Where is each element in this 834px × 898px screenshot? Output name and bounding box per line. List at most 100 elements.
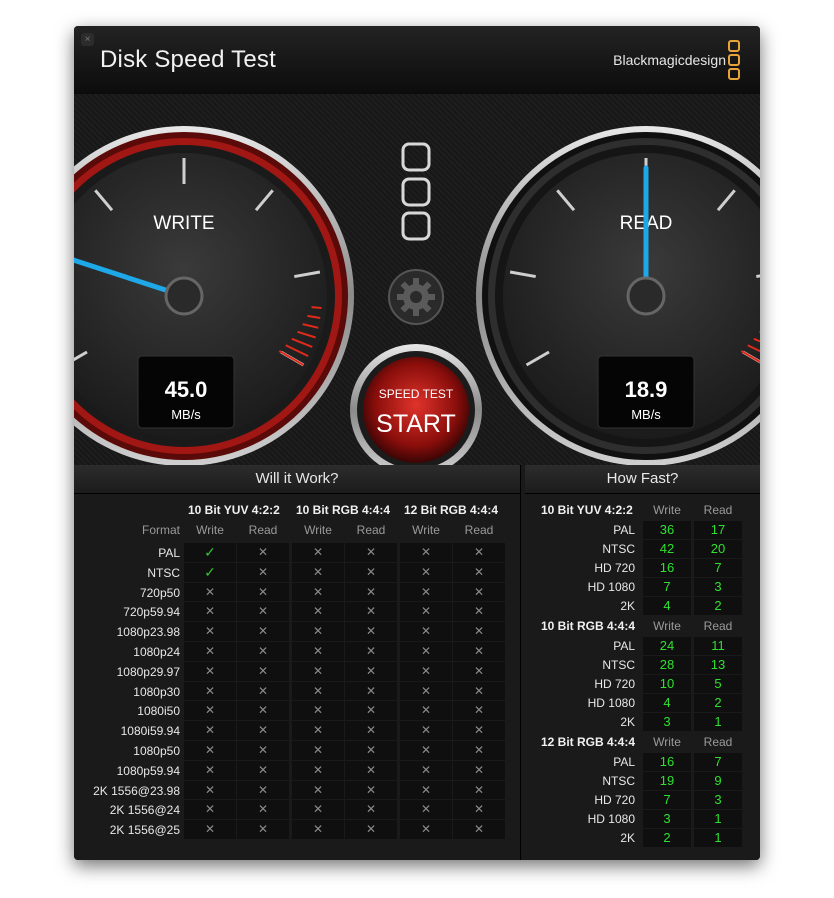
cross-icon: ✕ — [292, 780, 344, 800]
wiw-group-header: 10 Bit YUV 4:2:2 — [188, 503, 280, 517]
hf-row-format: NTSC — [602, 542, 635, 556]
hf-write-value: 19 — [643, 772, 691, 790]
cross-icon: ✕ — [292, 562, 344, 582]
hf-read-value: 7 — [694, 753, 742, 771]
blackmagic-logo-large-icon — [401, 142, 431, 241]
cross-icon: ✕ — [184, 681, 236, 701]
settings-button[interactable] — [388, 269, 444, 325]
hf-write-value: 28 — [643, 656, 691, 674]
hf-write-header: Write — [653, 503, 681, 517]
cross-icon: ✕ — [453, 780, 505, 800]
cross-icon: ✕ — [400, 543, 452, 562]
cross-icon: ✕ — [237, 543, 289, 562]
cross-icon: ✕ — [345, 741, 397, 760]
wiw-subcol-header: Write — [304, 523, 332, 537]
hf-read-value: 13 — [694, 656, 742, 674]
hf-write-value: 3 — [643, 810, 691, 828]
cross-icon: ✕ — [453, 820, 505, 839]
cross-icon: ✕ — [453, 642, 505, 661]
brand-name: Blackmagicdesign — [613, 52, 726, 68]
hf-read-value: 2 — [694, 694, 742, 712]
hf-write-value: 16 — [643, 559, 691, 577]
hf-read-value: 1 — [694, 810, 742, 828]
cross-icon: ✕ — [345, 800, 397, 820]
cross-icon: ✕ — [292, 543, 344, 562]
start-button[interactable]: SPEED TEST START — [350, 344, 482, 465]
read-value: 18.9 — [625, 377, 668, 402]
wiw-row-format: 1080p50 — [133, 744, 180, 758]
hf-read-value: 17 — [694, 521, 742, 539]
cross-icon: ✕ — [292, 820, 344, 839]
cross-icon: ✕ — [292, 642, 344, 661]
cross-icon: ✕ — [292, 721, 344, 740]
cross-icon: ✕ — [453, 741, 505, 760]
cross-icon: ✕ — [237, 800, 289, 820]
cross-icon: ✕ — [345, 543, 397, 562]
results-panel: Will it Work? 10 Bit YUV 4:2:2 10 Bit RGB… — [74, 465, 760, 860]
cross-icon: ✕ — [453, 562, 505, 582]
disk-speed-test-window: × Disk Speed Test Blackmagicdesign WRITE… — [74, 26, 760, 860]
wiw-row-format: 2K 1556@24 — [109, 803, 180, 818]
cross-icon: ✕ — [292, 760, 344, 780]
hf-row-format: NTSC — [602, 658, 635, 672]
hf-write-value: 10 — [643, 675, 691, 693]
write-unit: MB/s — [171, 407, 201, 422]
wiw-row-format: 2K 1556@23.98 — [93, 783, 180, 798]
blackmagic-logo-icon — [728, 40, 740, 82]
cross-icon: ✕ — [237, 622, 289, 641]
hf-write-value: 4 — [643, 694, 691, 712]
cross-icon: ✕ — [453, 701, 505, 721]
cross-icon: ✕ — [237, 602, 289, 622]
cross-icon: ✕ — [400, 562, 452, 582]
gauge-dashboard: WRITE 45.0 MB/s READ 18.9 MB/s — [74, 94, 760, 465]
hf-write-value: 42 — [643, 540, 691, 558]
hf-write-value: 7 — [643, 791, 691, 809]
wiw-row-format: 1080p59.94 — [116, 763, 180, 778]
cross-icon: ✕ — [400, 661, 452, 681]
hf-write-value: 7 — [643, 578, 691, 596]
cross-icon: ✕ — [345, 661, 397, 681]
write-gauge: WRITE 45.0 MB/s — [74, 126, 354, 465]
wiw-subcol-header: Write — [412, 523, 440, 537]
hf-read-value: 3 — [694, 578, 742, 596]
cross-icon: ✕ — [345, 562, 397, 582]
wiw-row-format: PAL — [158, 546, 180, 560]
cross-icon: ✕ — [453, 681, 505, 701]
cross-icon: ✕ — [292, 681, 344, 701]
cross-icon: ✕ — [400, 820, 452, 839]
cross-icon: ✕ — [400, 622, 452, 641]
cross-icon: ✕ — [237, 701, 289, 721]
hf-read-value: 20 — [694, 540, 742, 558]
cross-icon: ✕ — [400, 602, 452, 622]
hf-write-value: 16 — [643, 753, 691, 771]
hf-read-value: 9 — [694, 772, 742, 790]
cross-icon: ✕ — [184, 602, 236, 622]
start-button-label: START — [376, 410, 456, 438]
cross-icon: ✕ — [237, 760, 289, 780]
cross-icon: ✕ — [400, 741, 452, 760]
cross-icon: ✕ — [345, 642, 397, 661]
hf-group-header: 10 Bit RGB 4:4:4 — [541, 619, 636, 633]
hf-read-value: 11 — [694, 637, 742, 655]
wiw-row-format: 1080p23.98 — [116, 625, 180, 640]
wiw-group-header: 10 Bit RGB 4:4:4 — [296, 503, 391, 517]
close-icon[interactable]: × — [81, 33, 94, 46]
read-gauge: READ 18.9 MB/s — [476, 126, 760, 465]
wiw-subcol-header: Read — [248, 523, 278, 537]
cross-icon: ✕ — [400, 800, 452, 820]
cross-icon: ✕ — [292, 741, 344, 760]
hf-row-format: PAL — [613, 755, 635, 769]
cross-icon: ✕ — [292, 582, 344, 602]
write-label: WRITE — [153, 213, 214, 234]
wiw-format-header: Format — [141, 523, 180, 537]
cross-icon: ✕ — [237, 642, 289, 661]
wiw-row-format: 2K 1556@25 — [109, 823, 180, 838]
cross-icon: ✕ — [292, 661, 344, 681]
cross-icon: ✕ — [345, 681, 397, 701]
hf-write-header: Write — [653, 735, 681, 749]
cross-icon: ✕ — [184, 642, 236, 661]
cross-icon: ✕ — [345, 701, 397, 721]
cross-icon: ✕ — [237, 582, 289, 602]
hf-read-header: Read — [703, 735, 733, 749]
cross-icon: ✕ — [400, 721, 452, 740]
